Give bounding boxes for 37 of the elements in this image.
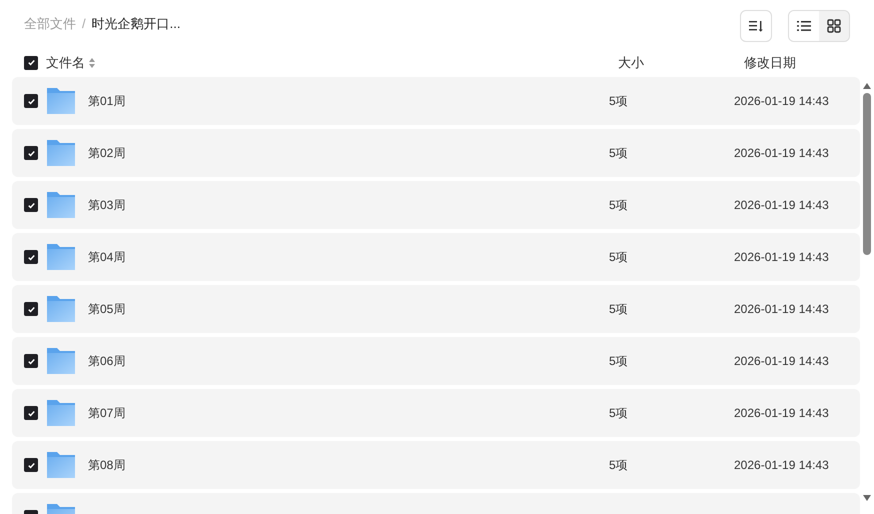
file-name: 第08周 [88,457,126,474]
modified-date: 2026-01-19 14:43 [734,405,829,422]
file-name: 第03周 [88,197,126,214]
item-count: 5项 [609,93,629,110]
file-name: 第06周 [88,353,126,370]
file-row[interactable]: 第01周 5项 2026-01-19 14:43 [12,77,860,125]
file-name: 第07周 [88,405,126,422]
column-header[interactable]: 文件名 [46,52,85,72]
item-count: 5项 [609,405,629,422]
modified-date: 2026-01-19 14:43 [734,145,829,162]
file-row[interactable]: 第06周 5项 2026-01-19 14:43 [12,337,860,385]
file-name: 第02周 [88,145,126,162]
item-count: 5项 [609,353,629,370]
item-count: 5项 [609,457,629,474]
file-name: 第04周 [88,249,126,266]
item-count: 5项 [609,197,629,214]
file-row[interactable]: 第07周 5项 2026-01-19 14:43 [12,389,860,437]
breadcrumb-item[interactable]: 时光企鹅开口... [92,14,180,34]
file-row[interactable]: 第05周 5项 2026-01-19 14:43 [12,285,860,333]
modified-date: 2026-01-19 14:43 [734,457,829,474]
file-row[interactable]: 第08周 5项 2026-01-19 14:43 [12,441,860,489]
file-row[interactable]: 第04周 5项 2026-01-19 14:43 [12,233,860,281]
file-name: 第01周 [88,93,126,110]
modified-date: 2026-01-19 14:43 [734,197,829,214]
item-count: 5项 [609,249,629,266]
item-count: 5项 [609,145,629,162]
separator: / [82,15,86,34]
file-row[interactable]: 第03周 5项 2026-01-19 14:43 [12,181,860,229]
modified-date: 2026-01-19 14:43 [734,353,829,370]
file-row[interactable]: 第02周 5项 2026-01-19 14:43 [12,129,860,177]
modified-date: 2026-01-19 14:43 [734,93,829,110]
column-header[interactable]: 大小 [618,52,744,72]
modified-date: 2026-01-19 14:43 [734,249,829,266]
item-count: 5项 [609,301,629,318]
column-header[interactable]: 修改日期 [744,52,796,72]
modified-date: 2026-01-19 14:43 [734,301,829,318]
file-name: 第05周 [88,301,126,318]
